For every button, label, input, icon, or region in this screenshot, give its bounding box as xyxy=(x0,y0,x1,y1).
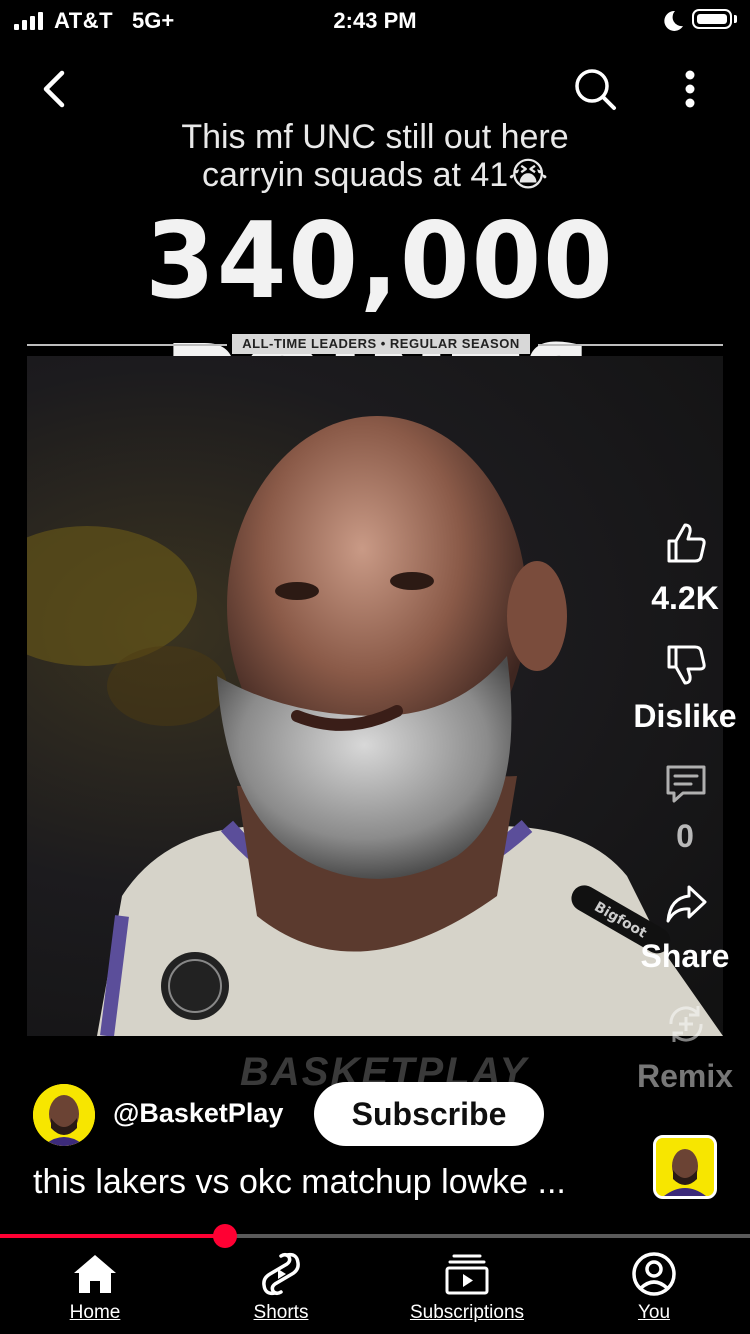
ribbon-rule-right xyxy=(538,344,723,346)
like-button[interactable] xyxy=(658,516,714,572)
account-icon xyxy=(627,1248,681,1300)
sound-thumbnail-image xyxy=(656,1138,714,1196)
subscriptions-icon xyxy=(440,1248,494,1300)
nav-you[interactable]: You xyxy=(579,1248,729,1334)
video-player-portrait[interactable]: Bigfoot xyxy=(27,356,723,1036)
comment-count: 0 xyxy=(676,818,694,854)
search-button[interactable] xyxy=(568,62,622,116)
shorts-icon xyxy=(254,1248,308,1300)
remix-icon xyxy=(669,1006,703,1042)
remix-button[interactable] xyxy=(658,996,714,1052)
nav-shorts-label: Shorts xyxy=(253,1302,309,1323)
video-ribbon: ALL-TIME LEADERS • REGULAR SEASON xyxy=(232,334,530,354)
clock: 2:43 PM xyxy=(333,8,417,33)
nav-you-label: You xyxy=(637,1302,671,1323)
ribbon-rule-left xyxy=(27,344,227,346)
back-button[interactable] xyxy=(30,64,80,114)
home-icon xyxy=(68,1248,122,1300)
search-icon xyxy=(575,69,616,110)
dislike-button[interactable] xyxy=(658,636,714,692)
like-count: 4.2K xyxy=(651,580,719,616)
share-icon xyxy=(666,885,707,923)
dislike-label: Dislike xyxy=(633,698,737,734)
remix-label: Remix xyxy=(636,1058,734,1094)
channel-avatar[interactable] xyxy=(33,1084,95,1146)
comment-icon xyxy=(666,765,706,803)
more-options-button[interactable] xyxy=(670,62,710,116)
nav-subscriptions[interactable]: Subscriptions xyxy=(392,1248,542,1334)
nav-home[interactable]: Home xyxy=(20,1248,170,1334)
chevron-left-icon xyxy=(43,70,65,108)
caption-line-1: This mf UNC still out here xyxy=(181,118,569,156)
nav-shorts[interactable]: Shorts xyxy=(206,1248,356,1334)
battery-tip xyxy=(734,15,737,23)
video-caption: This mf UNC still out here carryin squad… xyxy=(60,118,690,194)
status-bar: AT&T 5G+ 2:43 PM xyxy=(0,0,750,44)
comments-button[interactable] xyxy=(658,756,714,812)
avatar-image xyxy=(33,1084,95,1146)
battery-icon xyxy=(692,9,732,29)
short-title[interactable]: this lakers vs okc matchup lowke ... xyxy=(33,1163,633,1202)
thumbs-up-icon xyxy=(667,523,706,563)
channel-handle[interactable]: @BasketPlay xyxy=(113,1098,283,1129)
share-button[interactable] xyxy=(658,876,714,932)
more-vertical-icon xyxy=(685,70,695,108)
nav-subscriptions-label: Subscriptions xyxy=(409,1302,525,1323)
progress-scrubber[interactable] xyxy=(213,1224,237,1248)
player-portrait-image: Bigfoot xyxy=(27,416,723,1036)
caption-line-2: carryin squads at 41😭 xyxy=(202,156,548,194)
share-label: Share xyxy=(640,938,730,974)
sound-thumbnail[interactable] xyxy=(653,1135,717,1199)
nav-home-label: Home xyxy=(69,1302,121,1323)
progress-fill xyxy=(0,1234,225,1238)
focus-moon-icon xyxy=(660,8,686,34)
thumbs-down-icon xyxy=(667,645,706,685)
subscribe-button[interactable]: Subscribe xyxy=(314,1082,544,1146)
